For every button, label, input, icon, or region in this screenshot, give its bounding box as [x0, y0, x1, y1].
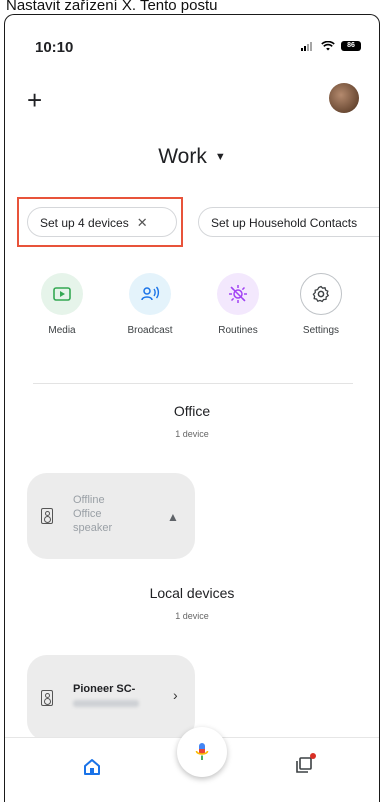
action-label: Routines	[218, 325, 258, 336]
chevron-right-icon: ›	[173, 687, 178, 703]
wifi-icon	[321, 41, 335, 51]
chip-label: Set up 4 devices	[40, 216, 129, 230]
phone-screen: 10:10 86 + Work ▼ Set up 4 devices ✕ Set u…	[4, 14, 380, 802]
device-name: Pioneer SC-	[73, 683, 136, 695]
broadcast-action[interactable]: Broadcast	[115, 273, 185, 336]
room-subtitle-local: 1 device	[175, 611, 209, 621]
suggestion-chips: Set up 4 devices ✕ Set up Household Conta…	[5, 197, 379, 249]
device-model-redacted	[73, 700, 139, 707]
device-card-pioneer[interactable]: Pioneer SC- ›	[27, 655, 195, 741]
action-label: Broadcast	[127, 325, 173, 336]
status-icons: 86	[301, 41, 361, 51]
close-icon[interactable]: ✕	[137, 215, 148, 230]
avatar[interactable]	[329, 83, 359, 113]
home-tab[interactable]	[83, 758, 101, 781]
room-title-local: Local devices	[149, 585, 235, 601]
room-subtitle-office: 1 device	[175, 429, 209, 439]
speaker-icon	[41, 690, 53, 706]
home-selector[interactable]: Work ▼	[5, 145, 379, 169]
action-label: Media	[48, 325, 76, 336]
home-icon	[84, 759, 100, 775]
room-title-office: Office	[173, 403, 211, 419]
speaker-icon	[41, 508, 53, 524]
quick-actions: Media Broadcast Routines Settings	[5, 273, 379, 353]
feed-tab[interactable]	[295, 753, 316, 774]
divider	[33, 383, 353, 384]
device-status: Offline	[73, 494, 105, 506]
household-contacts-chip[interactable]: Set up Household Contacts	[198, 207, 379, 237]
routines-icon	[217, 273, 259, 315]
caret-down-icon: ▼	[214, 151, 226, 164]
gear-icon	[300, 273, 342, 315]
action-label: Settings	[302, 325, 340, 336]
routines-action[interactable]: Routines	[203, 273, 273, 336]
broadcast-icon	[129, 273, 171, 315]
settings-action[interactable]: Settings	[286, 273, 356, 336]
microphone-icon	[195, 743, 209, 760]
feed-icon	[295, 753, 316, 774]
setup-devices-chip[interactable]: Set up 4 devices ✕	[27, 207, 177, 237]
home-name: Work	[158, 145, 207, 168]
add-button[interactable]: +	[27, 87, 42, 113]
status-bar: 10:10 86	[5, 27, 379, 67]
status-time: 10:10	[35, 39, 74, 56]
device-info: Offline Office speaker	[73, 493, 131, 535]
device-name: Office speaker	[73, 508, 113, 534]
media-icon	[41, 273, 83, 315]
signal-icon	[301, 41, 315, 51]
notification-dot	[310, 753, 316, 759]
media-action[interactable]: Media	[27, 273, 97, 336]
device-card-office-speaker[interactable]: Offline Office speaker ▲	[27, 473, 195, 559]
microphone-button[interactable]	[177, 727, 227, 777]
battery-icon: 86	[341, 41, 361, 51]
chip-label: Set up Household Contacts	[211, 216, 358, 230]
warning-icon: ▲	[167, 510, 179, 524]
